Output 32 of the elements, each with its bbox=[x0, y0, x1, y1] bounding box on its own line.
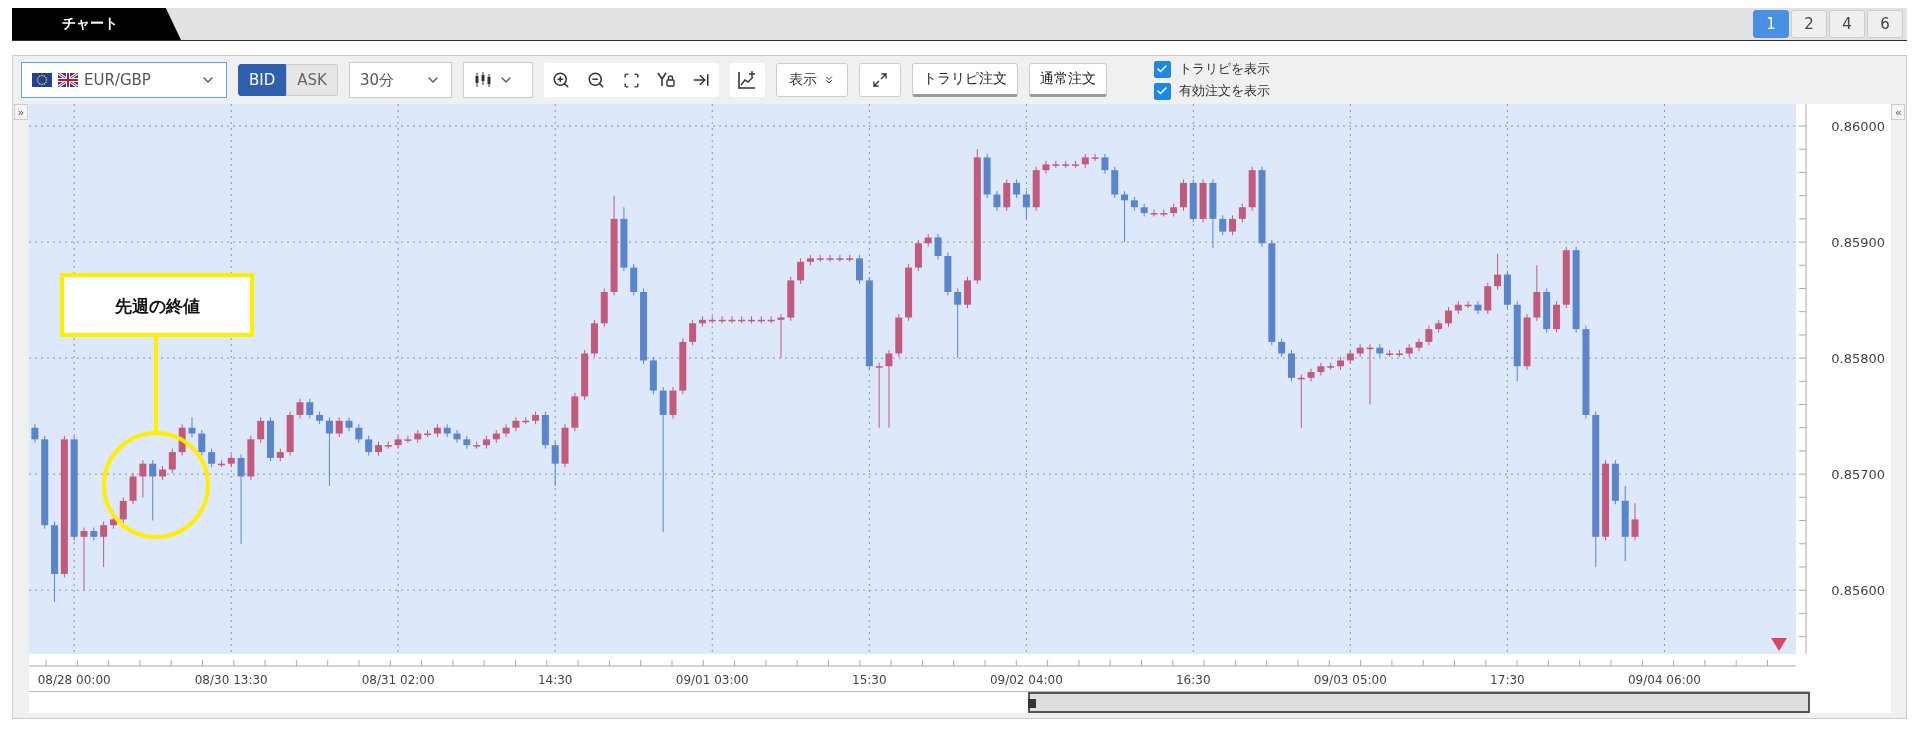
interval-select[interactable]: 30分 bbox=[348, 62, 452, 98]
expand-right-toggle[interactable]: « bbox=[1891, 104, 1906, 120]
checkbox-label: トラリピを表示 bbox=[1178, 60, 1270, 78]
x-axis-label: 08/30 13:30 bbox=[194, 673, 268, 687]
layout-button[interactable]: 4 bbox=[1829, 10, 1865, 38]
chart-tab[interactable]: チャート bbox=[12, 8, 181, 40]
layout-button[interactable]: 2 bbox=[1791, 10, 1827, 38]
x-axis-label: 09/04 06:00 bbox=[1627, 673, 1701, 687]
display-menu-button[interactable]: 表示 bbox=[775, 63, 848, 97]
x-axis-label: 09/03 05:00 bbox=[1313, 673, 1387, 687]
checkbox-label: 有効注文を表示 bbox=[1178, 82, 1270, 100]
x-axis-label: 09/02 04:00 bbox=[989, 673, 1063, 687]
x-axis-label: 09/01 03:00 bbox=[675, 673, 749, 687]
y-axis-label: 0.85900 bbox=[1830, 235, 1885, 251]
annotation-label: 先週の終値 bbox=[114, 296, 199, 316]
y-axis-label: 0.85800 bbox=[1830, 351, 1885, 367]
price-side-button[interactable]: ASK bbox=[286, 64, 338, 96]
x-axis-label: 08/28 00:00 bbox=[37, 673, 111, 687]
x-axis-label: 16:30 bbox=[1175, 673, 1211, 687]
layout-button[interactable]: 6 bbox=[1867, 10, 1903, 38]
x-axis-label: 15:30 bbox=[851, 673, 887, 687]
expand-left-toggle[interactable]: » bbox=[13, 104, 28, 120]
order-button[interactable]: トラリピ注文 bbox=[911, 63, 1018, 97]
y-axis-label: 0.86000 bbox=[1830, 119, 1885, 135]
y-axis-label: 0.85600 bbox=[1830, 583, 1885, 599]
price-side-button[interactable]: BID bbox=[238, 64, 287, 96]
order-button[interactable]: 通常注文 bbox=[1028, 63, 1107, 97]
y-axis-label: 0.85700 bbox=[1830, 467, 1885, 483]
x-axis-label: 08/31 02:00 bbox=[361, 673, 435, 687]
x-axis-label: 14:30 bbox=[537, 673, 572, 687]
currency-pair-select[interactable]: EUR/GBP bbox=[21, 62, 227, 98]
x-axis-label: 17:30 bbox=[1489, 673, 1525, 687]
